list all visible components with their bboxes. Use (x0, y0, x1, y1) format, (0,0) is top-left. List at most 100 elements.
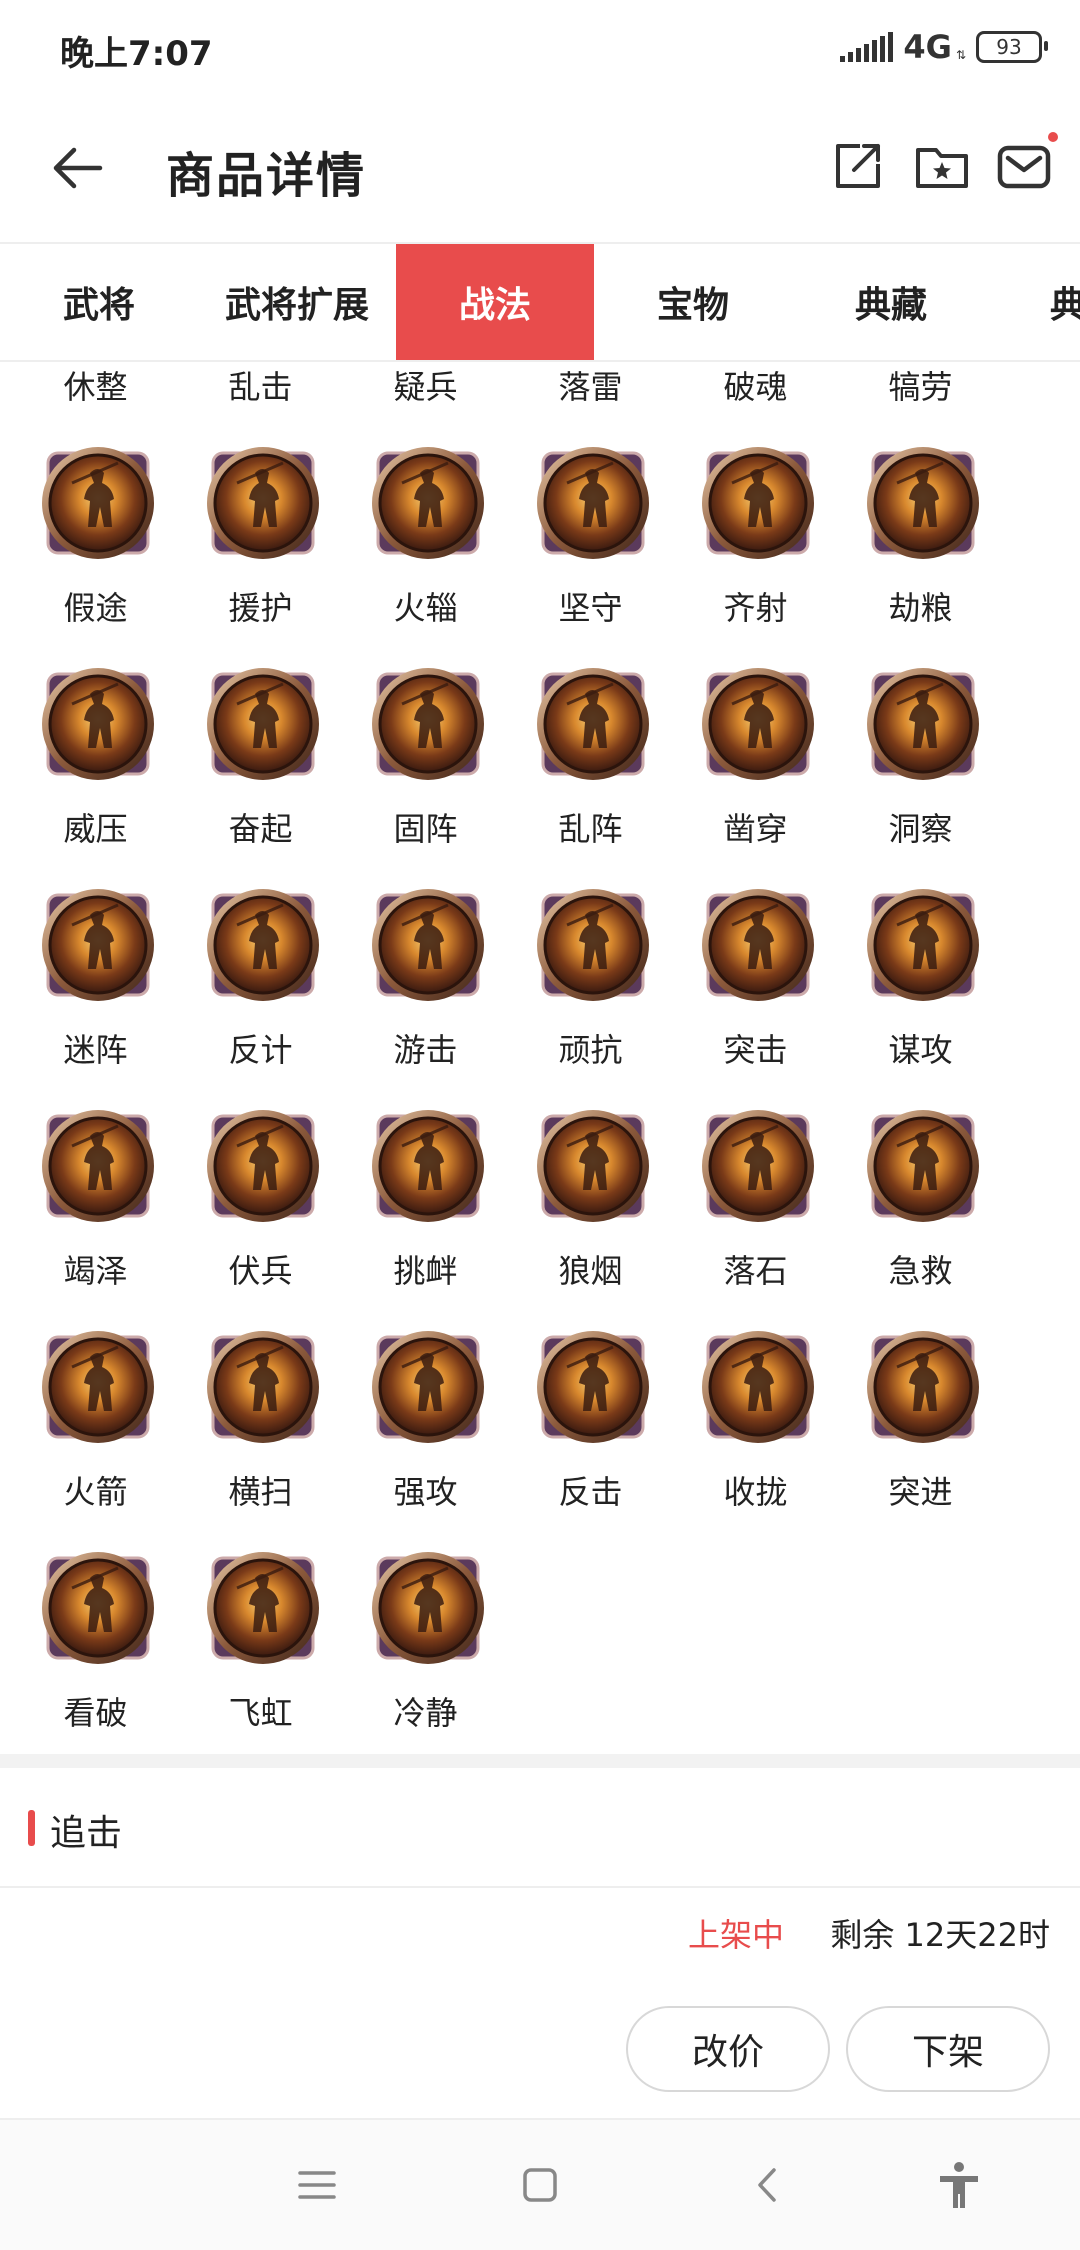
skill-item[interactable]: 顽抗 (508, 875, 673, 1096)
skill-item[interactable]: 反计 (178, 875, 343, 1096)
skill-item[interactable]: 火箭 (13, 1317, 178, 1538)
skill-badge-icon (372, 1110, 484, 1222)
skill-item[interactable]: 破魂 (673, 360, 838, 433)
skill-badge-icon (42, 1552, 154, 1664)
tab-collection[interactable]: 典藏 (792, 244, 990, 360)
skill-item[interactable]: 飞虹 (178, 1538, 343, 1754)
skill-badge-icon (537, 668, 649, 780)
tab-more[interactable]: 典 (990, 244, 1080, 360)
skill-badge-icon (42, 447, 154, 559)
skill-name: 疑兵 (393, 368, 458, 406)
skill-badge-icon (702, 889, 814, 1001)
skill-item[interactable]: 疑兵 (343, 360, 508, 433)
skill-name: 反计 (228, 1031, 293, 1069)
section-header: 追击 (0, 1768, 1080, 1888)
page-title: 商品详情 (166, 148, 367, 204)
tab-tactics[interactable]: 战法 (396, 244, 594, 360)
share-icon[interactable] (830, 138, 886, 194)
skill-badge-icon (537, 447, 649, 559)
section-divider (0, 1754, 1080, 1768)
skill-item[interactable]: 突击 (673, 875, 838, 1096)
skill-badge-icon (42, 1331, 154, 1443)
skill-name: 急救 (888, 1252, 953, 1290)
skill-item[interactable]: 威压 (13, 654, 178, 875)
favorite-folder-icon[interactable] (914, 138, 970, 194)
network-type: 4G (903, 28, 952, 66)
skill-item[interactable]: 反击 (508, 1317, 673, 1538)
skill-name: 乱击 (228, 368, 293, 406)
skill-item[interactable]: 冷静 (343, 1538, 508, 1754)
skill-name: 落雷 (558, 368, 623, 406)
skill-name: 冷静 (393, 1694, 458, 1732)
skill-item[interactable]: 看破 (13, 1538, 178, 1754)
skill-item[interactable]: 突进 (838, 1317, 1003, 1538)
app-header: 商品详情 (0, 96, 1080, 244)
skill-item[interactable]: 收拢 (673, 1317, 838, 1538)
skill-item[interactable]: 谋攻 (838, 875, 1003, 1096)
status-indicators: 4G ⇅ 93 (840, 28, 1048, 66)
message-icon[interactable] (996, 138, 1052, 194)
skill-item[interactable]: 坚守 (508, 433, 673, 654)
skill-badge-icon (537, 1110, 649, 1222)
skill-name: 固阵 (393, 810, 458, 848)
data-activity-icon: ⇅ (955, 48, 966, 62)
skill-item[interactable]: 齐射 (673, 433, 838, 654)
skill-item[interactable]: 犒劳 (838, 360, 1003, 433)
skill-item[interactable]: 挑衅 (343, 1096, 508, 1317)
skill-badge-icon (372, 889, 484, 1001)
tab-generals[interactable]: 武将 (0, 244, 198, 360)
skill-name: 休整 (63, 368, 128, 406)
skill-item[interactable]: 急救 (838, 1096, 1003, 1317)
skill-item[interactable]: 凿穿 (673, 654, 838, 875)
skill-name: 突进 (888, 1473, 953, 1511)
skill-item[interactable]: 劫粮 (838, 433, 1003, 654)
skill-item[interactable]: 伏兵 (178, 1096, 343, 1317)
skill-badge-icon (702, 447, 814, 559)
skill-item[interactable]: 落石 (673, 1096, 838, 1317)
delist-button[interactable]: 下架 (846, 2006, 1050, 2092)
skill-badge-icon (372, 1552, 484, 1664)
skill-item[interactable]: 休整 (13, 360, 178, 433)
skill-name: 游击 (393, 1031, 458, 1069)
skill-item[interactable]: 狼烟 (508, 1096, 673, 1317)
reprice-button[interactable]: 改价 (626, 2006, 830, 2092)
skill-item[interactable]: 横扫 (178, 1317, 343, 1538)
skill-item[interactable]: 迷阵 (13, 875, 178, 1096)
skill-badge-icon (867, 889, 979, 1001)
skill-item[interactable]: 奋起 (178, 654, 343, 875)
skill-item[interactable]: 洞察 (838, 654, 1003, 875)
action-bar: 改价 下架 (0, 2000, 1080, 2100)
skill-item[interactable]: 固阵 (343, 654, 508, 875)
skills-grid-viewport[interactable]: 休整 乱击 疑兵 落雷 破魂 犒劳假途 援护 火辎 坚守 齐射 劫粮威压 奋起 固阵 乱阵 凿穿 洞察迷阵 反计… (0, 360, 1080, 1754)
skill-name: 援护 (228, 589, 293, 627)
skill-name: 竭泽 (63, 1252, 128, 1290)
skill-name: 假途 (63, 589, 128, 627)
home-icon[interactable] (513, 2158, 567, 2212)
skill-item[interactable]: 火辎 (343, 433, 508, 654)
tab-generals-extension[interactable]: 武将扩展 (198, 244, 396, 360)
skill-item[interactable]: 竭泽 (13, 1096, 178, 1317)
skill-item[interactable]: 游击 (343, 875, 508, 1096)
skill-name: 飞虹 (228, 1694, 293, 1732)
skill-name: 火箭 (63, 1473, 128, 1511)
listing-status: 上架中 (687, 1916, 784, 1954)
skill-item[interactable]: 强攻 (343, 1317, 508, 1538)
skill-item[interactable]: 落雷 (508, 360, 673, 433)
back-arrow-icon[interactable] (50, 140, 106, 196)
skill-badge-icon (372, 1331, 484, 1443)
skill-badge-icon (867, 447, 979, 559)
menu-icon[interactable] (290, 2158, 344, 2212)
skill-item[interactable]: 假途 (13, 433, 178, 654)
skill-item[interactable]: 援护 (178, 433, 343, 654)
skill-name: 狼烟 (558, 1252, 623, 1290)
skill-name: 反击 (558, 1473, 623, 1511)
status-time: 晚上7:07 (60, 34, 213, 74)
tab-treasures[interactable]: 宝物 (594, 244, 792, 360)
skill-badge-icon (207, 1331, 319, 1443)
accessibility-icon[interactable] (932, 2158, 986, 2212)
skill-item[interactable]: 乱击 (178, 360, 343, 433)
back-icon[interactable] (740, 2158, 794, 2212)
skill-badge-icon (207, 889, 319, 1001)
skill-item[interactable]: 乱阵 (508, 654, 673, 875)
skill-name: 顽抗 (558, 1031, 623, 1069)
